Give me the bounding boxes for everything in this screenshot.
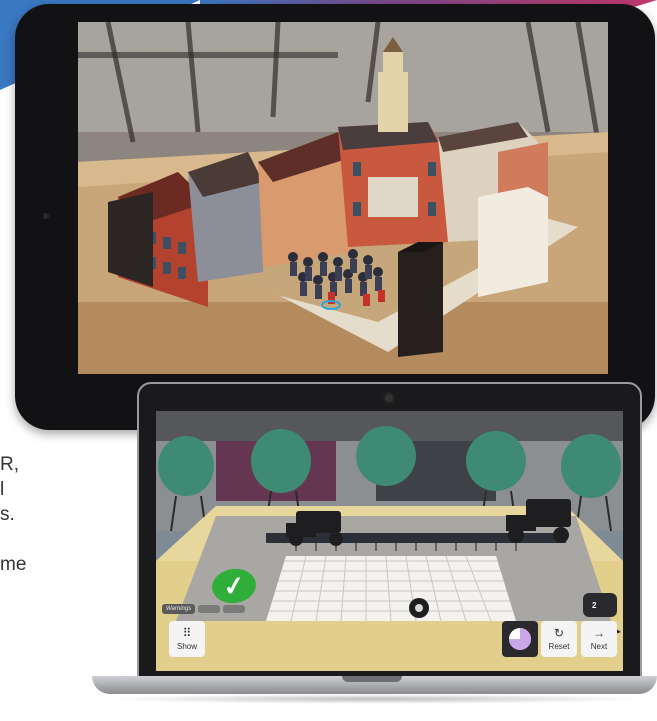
arrow-right-icon: →	[593, 626, 605, 640]
laptop-shadow	[100, 694, 650, 704]
side-copy-line: me	[0, 554, 27, 575]
laptop-lid: ✓ Warnings 2 ⠿ Show ↻ Reset → Next	[137, 382, 642, 680]
tablet-camera	[43, 213, 49, 219]
reset-label: Reset	[548, 642, 570, 651]
laptop-camera	[385, 394, 393, 402]
ar-town-scene	[78, 22, 608, 374]
counter-badge: 2	[583, 593, 617, 617]
laptop-screen: ✓ Warnings 2 ⠿ Show ↻ Reset → Next	[156, 411, 623, 671]
tablet-device	[15, 4, 655, 430]
show-label: Show	[176, 642, 197, 651]
warnings-bar: Warnings	[162, 604, 246, 614]
side-copy: R, l s. me	[0, 452, 60, 577]
warning-slot	[198, 605, 221, 613]
side-copy-line: s.	[0, 504, 15, 525]
timer-button[interactable]	[502, 621, 538, 657]
reset-button[interactable]: ↻ Reset	[541, 621, 577, 657]
side-copy-line: l	[0, 479, 5, 500]
reset-icon: ↻	[553, 626, 565, 640]
warning-slot	[223, 605, 246, 613]
tablet-screen	[78, 22, 608, 374]
laptop-notch	[342, 676, 402, 682]
side-copy-line: R,	[0, 454, 19, 475]
warnings-label: Warnings	[162, 604, 196, 614]
next-button[interactable]: → Next	[581, 621, 617, 657]
grid-icon: ⠿	[182, 626, 192, 640]
counter-value: 2	[592, 600, 597, 610]
show-button[interactable]: ⠿ Show	[169, 621, 205, 657]
next-label: Next	[590, 642, 608, 651]
timer-pie-icon	[509, 628, 531, 650]
